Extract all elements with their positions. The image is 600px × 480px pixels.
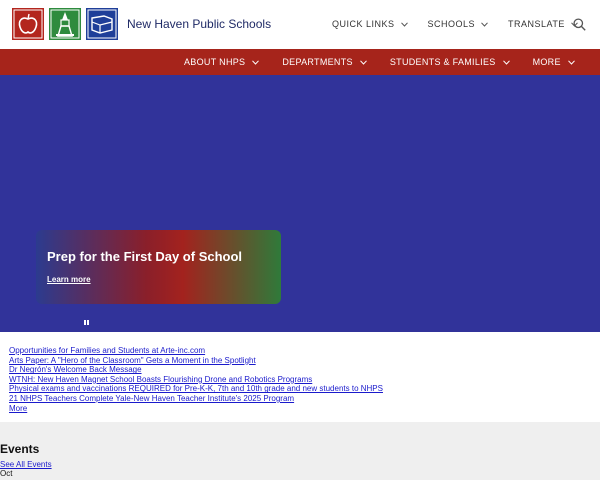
logo-group[interactable]: [12, 8, 118, 40]
quick-links-label: QUICK LINKS: [332, 19, 395, 29]
nav-item-departments[interactable]: DEPARTMENTS: [282, 57, 367, 67]
news-link[interactable]: Dr Negrón's Welcome Back Message: [9, 365, 589, 375]
main-nav: ABOUT NHPS DEPARTMENTS STUDENTS & FAMILI…: [0, 49, 600, 75]
hero-title: Prep for the First Day of School: [47, 249, 243, 264]
news-link[interactable]: WTNH: New Haven Magnet School Boasts Flo…: [9, 375, 589, 385]
events-section: Events See All Events Oct: [0, 422, 600, 480]
apple-icon[interactable]: [12, 8, 44, 40]
quick-links-menu[interactable]: QUICK LINKS: [332, 19, 408, 29]
chevron-down-icon: [502, 59, 510, 65]
utility-nav: QUICK LINKS SCHOOLS TRANSLATE: [332, 19, 598, 29]
news-list: Opportunities for Families and Students …: [9, 346, 589, 413]
nav-item-about[interactable]: ABOUT NHPS: [184, 57, 260, 67]
site-header: New Haven Public Schools QUICK LINKS SCH…: [0, 0, 600, 49]
building-icon[interactable]: [49, 8, 81, 40]
learn-more-link[interactable]: Learn more: [47, 275, 91, 284]
hero-card: Prep for the First Day of School Learn m…: [36, 230, 281, 304]
pause-icon[interactable]: [84, 320, 90, 326]
hero-banner: Prep for the First Day of School Learn m…: [0, 75, 600, 332]
book-icon[interactable]: [86, 8, 118, 40]
news-more-link[interactable]: More: [9, 404, 589, 414]
nav-item-label: STUDENTS & FAMILIES: [389, 57, 496, 67]
news-link[interactable]: Physical exams and vaccinations REQUIRED…: [9, 384, 589, 394]
schools-label: SCHOOLS: [427, 19, 476, 29]
see-all-events-link[interactable]: See All Events: [0, 460, 52, 469]
chevron-down-icon: [481, 21, 488, 27]
events-heading: Events: [0, 442, 40, 456]
nav-item-students-families[interactable]: STUDENTS & FAMILIES: [390, 57, 510, 67]
nav-item-more[interactable]: MORE: [533, 57, 575, 67]
translate-label: TRANSLATE: [508, 19, 565, 29]
news-link[interactable]: Opportunities for Families and Students …: [9, 346, 589, 356]
chevron-down-icon: [359, 59, 367, 65]
news-link[interactable]: 21 NHPS Teachers Complete Yale-New Haven…: [9, 394, 589, 404]
chevron-down-icon: [400, 21, 408, 27]
search-icon[interactable]: [573, 18, 586, 31]
site-name-link[interactable]: New Haven Public Schools: [127, 17, 271, 31]
nav-item-label: MORE: [532, 57, 561, 67]
chevron-down-icon: [567, 59, 575, 65]
nav-item-label: ABOUT NHPS: [184, 57, 246, 67]
news-link[interactable]: Arts Paper: A "Hero of the Classroom" Ge…: [9, 356, 589, 366]
nav-item-label: DEPARTMENTS: [282, 57, 353, 67]
chevron-down-icon: [252, 59, 260, 65]
schools-menu[interactable]: SCHOOLS: [428, 19, 489, 29]
translate-menu[interactable]: TRANSLATE: [508, 19, 578, 29]
events-month: Oct: [0, 469, 13, 478]
